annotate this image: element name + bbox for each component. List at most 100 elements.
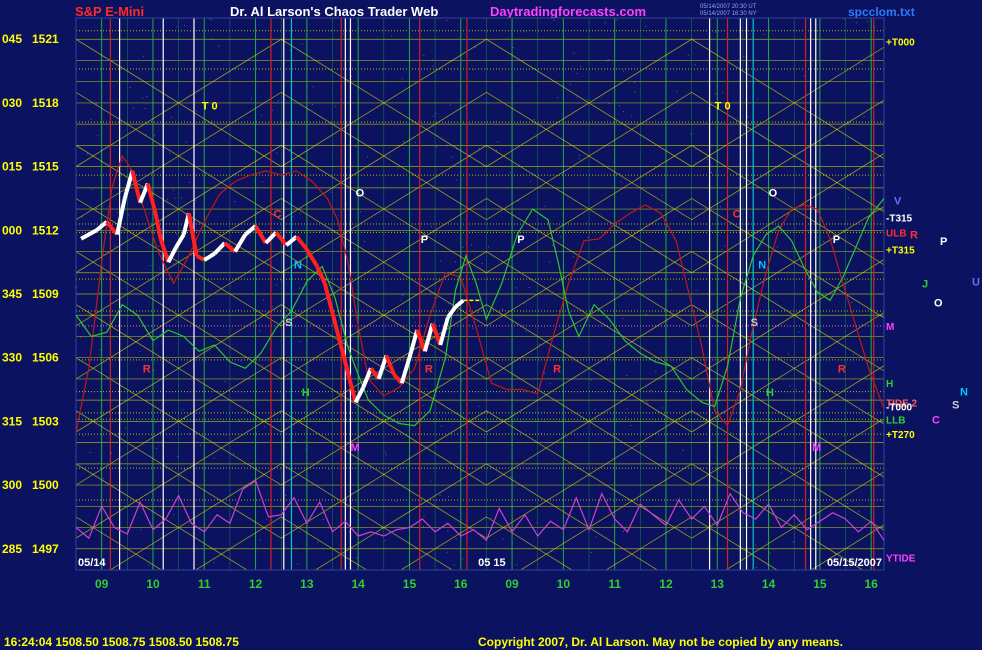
background-dot: [289, 49, 291, 51]
planet-marker: C: [733, 209, 741, 221]
background-dot: [173, 263, 175, 265]
planet-marker: R: [425, 364, 433, 376]
background-dot: [763, 34, 765, 35]
background-dot: [189, 181, 191, 183]
background-dot: [622, 111, 624, 113]
price-segment: [330, 312, 343, 344]
background-dot: [858, 511, 860, 513]
y-tick-price: 1503: [32, 414, 59, 428]
background-dot: [114, 245, 116, 247]
price-segment: [174, 233, 186, 249]
background-dot: [515, 287, 517, 289]
background-dot: [301, 43, 303, 45]
level-label: LLB: [886, 415, 905, 426]
background-dot: [422, 404, 424, 406]
background-dot: [455, 179, 457, 181]
background-dot: [435, 113, 437, 115]
background-dot: [348, 531, 350, 533]
background-dot: [264, 426, 266, 428]
background-dot: [481, 263, 483, 265]
background-dot: [590, 379, 592, 381]
background-dot: [299, 341, 301, 343]
background-dot: [446, 551, 448, 553]
background-dot: [772, 332, 774, 334]
y-tick-price: 1518: [32, 96, 59, 110]
background-dot: [668, 532, 670, 534]
background-dot: [167, 199, 169, 201]
background-dot: [453, 564, 455, 566]
background-dot: [298, 531, 300, 533]
background-dot: [139, 350, 141, 352]
background-dot: [676, 90, 678, 92]
background-dot: [743, 55, 745, 57]
background-dot: [328, 468, 330, 470]
price-segment: [153, 212, 163, 240]
date-label: 05 15: [478, 557, 506, 569]
level-label: YTIDE: [886, 553, 916, 564]
background-dot: [608, 59, 610, 61]
background-dot: [715, 31, 717, 33]
background-dot: [172, 189, 174, 191]
background-dot: [364, 426, 366, 428]
background-dot: [423, 515, 425, 517]
background-dot: [176, 233, 178, 235]
background-dot: [843, 435, 845, 437]
background-dot: [425, 388, 427, 390]
background-dot: [213, 562, 215, 564]
background-dot: [97, 135, 99, 137]
background-dot: [440, 260, 442, 262]
background-dot: [240, 360, 242, 362]
background-dot: [81, 216, 83, 218]
y-tick-angle: 000: [2, 223, 22, 237]
price-segment: [122, 170, 135, 199]
background-dot: [712, 523, 714, 524]
planet-marker: N: [758, 260, 766, 272]
background-dot: [510, 476, 511, 478]
background-dot: [769, 552, 771, 554]
background-dot: [99, 292, 101, 294]
background-dot: [224, 381, 226, 382]
background-dot: [780, 472, 782, 474]
price-segment: [407, 329, 420, 359]
y-tick-angle: 045: [2, 32, 22, 46]
background-dot: [631, 115, 633, 117]
background-dot: [607, 500, 609, 502]
planet-marker: T 0: [715, 100, 731, 112]
y-tick-angle: 300: [2, 478, 22, 492]
copyright: Copyright 2007, Dr. Al Larson. May not b…: [478, 635, 843, 649]
level-label: M: [886, 322, 894, 333]
background-dot: [311, 104, 313, 106]
x-tick-label: 12: [249, 577, 263, 591]
background-dot: [509, 172, 511, 173]
background-dot: [184, 25, 186, 26]
background-dot: [803, 75, 805, 77]
background-dot: [173, 514, 175, 516]
background-dot: [400, 299, 402, 301]
background-dot: [384, 452, 386, 454]
y-tick-angle: 015: [2, 160, 22, 174]
planet-marker: H: [302, 387, 310, 399]
planet-column-letter: U: [972, 276, 980, 288]
background-dot: [403, 141, 405, 143]
background-dot: [538, 343, 540, 345]
background-dot: [354, 145, 356, 147]
background-dot: [238, 419, 240, 421]
background-dot: [620, 181, 622, 183]
background-dot: [432, 65, 434, 67]
background-dot: [449, 104, 451, 106]
background-dot: [724, 245, 726, 247]
background-dot: [456, 313, 458, 315]
background-dot: [412, 317, 414, 319]
price-segment: [253, 225, 268, 245]
background-dot: [82, 435, 84, 437]
level-label: +T270: [886, 430, 915, 441]
background-dot: [177, 455, 179, 457]
price-segment: [213, 241, 227, 256]
background-dot: [634, 82, 635, 84]
background-dot: [626, 375, 628, 377]
x-tick-label: 11: [198, 577, 211, 591]
background-dot: [447, 303, 449, 305]
planet-column-letter: O: [934, 297, 943, 309]
background-dot: [544, 205, 546, 207]
background-dot: [647, 403, 649, 405]
